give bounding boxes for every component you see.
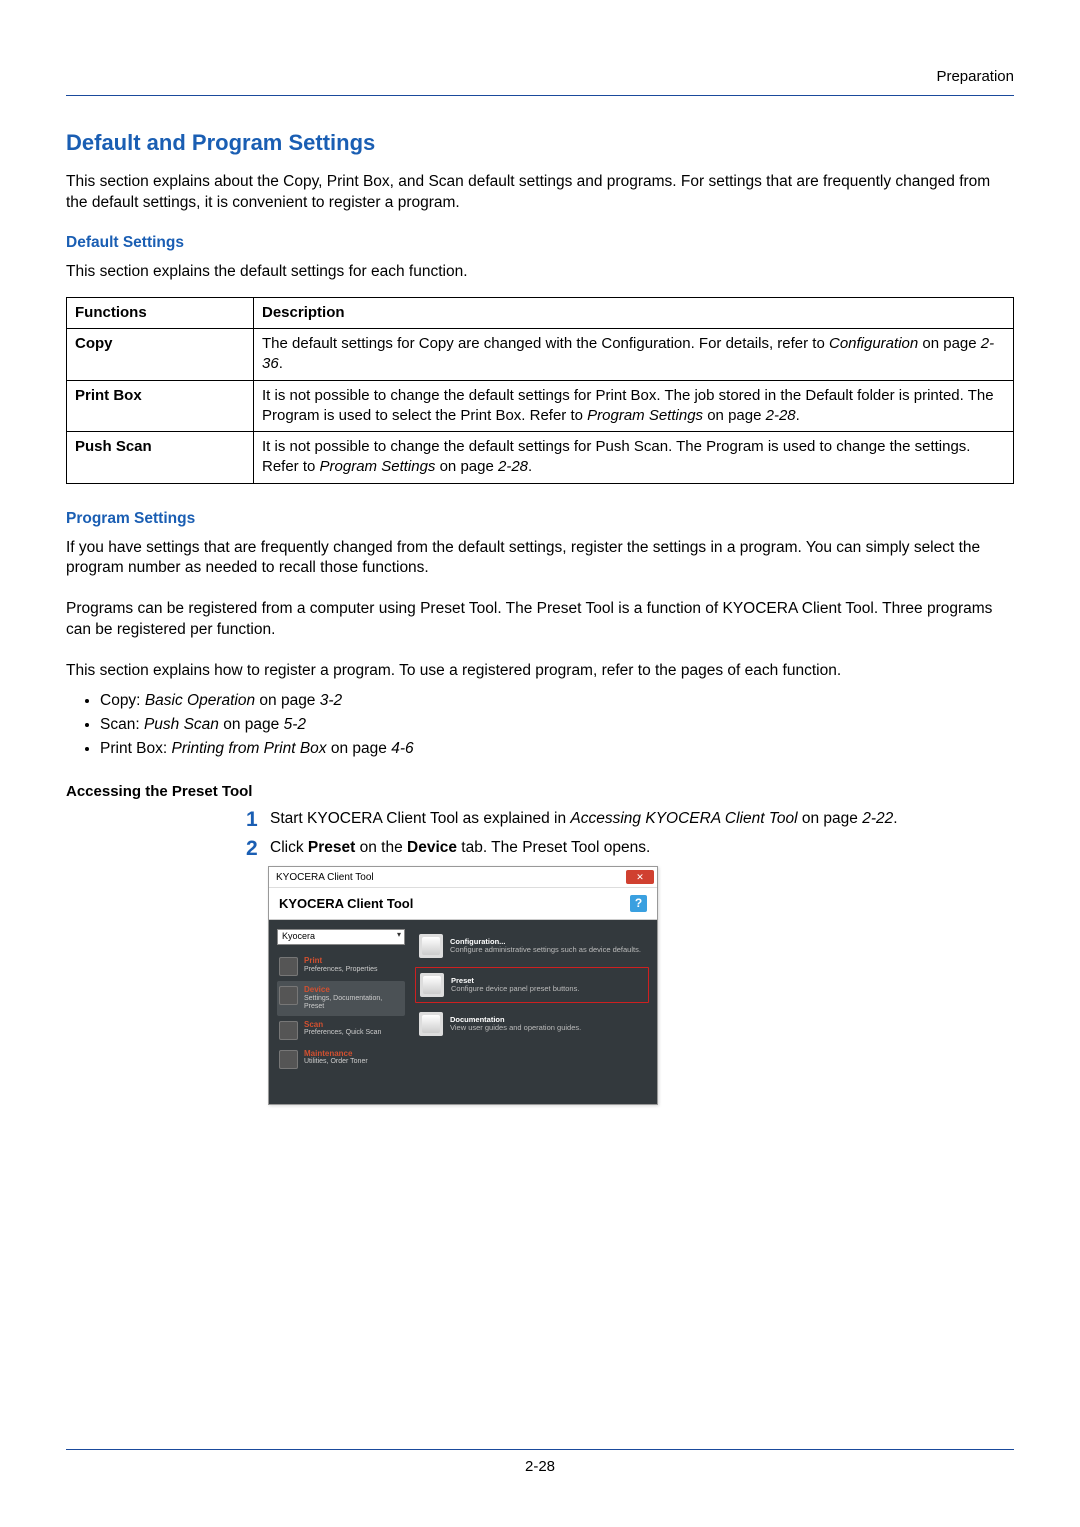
intro-paragraph: This section explains about the Copy, Pr… — [66, 172, 1014, 214]
documentation-icon — [419, 1012, 443, 1036]
table-row: Print Box It is not possible to change t… — [67, 380, 1014, 432]
preset-icon — [420, 973, 444, 997]
header-breadcrumb: Preparation — [66, 0, 1014, 85]
default-settings-heading: Default Settings — [66, 234, 1014, 252]
sidebar-item-scan[interactable]: ScanPreferences, Quick Scan — [277, 1016, 405, 1045]
scan-icon — [279, 1021, 298, 1040]
table-row: Copy The default settings for Copy are c… — [67, 329, 1014, 381]
sidebar-item-device[interactable]: DeviceSettings, Documentation, Preset — [277, 981, 405, 1015]
page-number: 2-28 — [66, 1458, 1014, 1475]
print-icon — [279, 957, 298, 976]
device-icon — [279, 986, 298, 1005]
dialog-header: KYOCERA Client Tool ? — [269, 888, 657, 920]
dialog-titlebar-text: KYOCERA Client Tool — [276, 872, 374, 883]
step-2: 2 Click Preset on the Device tab. The Pr… — [246, 837, 1014, 860]
kyocera-client-tool-dialog: KYOCERA Client Tool ✕ KYOCERA Client Too… — [268, 866, 658, 1104]
close-icon[interactable]: ✕ — [626, 870, 654, 884]
configuration-icon — [419, 934, 443, 958]
dialog-header-title: KYOCERA Client Tool — [279, 896, 413, 911]
table-header-description: Description — [254, 297, 1014, 328]
help-icon[interactable]: ? — [630, 895, 647, 912]
list-item: Copy: Basic Operation on page 3-2 — [100, 690, 1014, 712]
table-header-functions: Functions — [67, 297, 254, 328]
default-settings-para: This section explains the default settin… — [66, 262, 1014, 283]
program-para2: Programs can be registered from a comput… — [66, 599, 1014, 641]
step-number: 2 — [246, 837, 270, 860]
main-item-preset[interactable]: PresetConfigure device panel preset butt… — [415, 967, 649, 1003]
program-settings-heading: Program Settings — [66, 510, 1014, 528]
step-number: 1 — [246, 808, 270, 831]
maintenance-icon — [279, 1050, 298, 1069]
program-para1: If you have settings that are frequently… — [66, 538, 1014, 580]
sidebar-item-print[interactable]: PrintPreferences, Properties — [277, 952, 405, 981]
header-rule — [66, 95, 1014, 96]
reference-bullet-list: Copy: Basic Operation on page 3-2 Scan: … — [66, 690, 1014, 759]
step-1: 1 Start KYOCERA Client Tool as explained… — [246, 808, 1014, 831]
list-item: Scan: Push Scan on page 5-2 — [100, 714, 1014, 736]
footer-rule — [66, 1449, 1014, 1450]
table-row: Push Scan It is not possible to change t… — [67, 432, 1014, 484]
device-dropdown[interactable]: Kyocera — [277, 929, 405, 945]
program-para3: This section explains how to register a … — [66, 661, 1014, 682]
page-title: Default and Program Settings — [66, 130, 1014, 156]
main-item-documentation[interactable]: DocumentationView user guides and operat… — [415, 1007, 649, 1041]
accessing-preset-heading: Accessing the Preset Tool — [66, 783, 1014, 800]
default-settings-table: Functions Description Copy The default s… — [66, 297, 1014, 484]
dialog-titlebar[interactable]: KYOCERA Client Tool ✕ — [269, 867, 657, 888]
main-item-configuration[interactable]: Configuration...Configure administrative… — [415, 929, 649, 963]
sidebar-item-maintenance[interactable]: MaintenanceUtilities, Order Toner — [277, 1045, 405, 1074]
list-item: Print Box: Printing from Print Box on pa… — [100, 738, 1014, 760]
